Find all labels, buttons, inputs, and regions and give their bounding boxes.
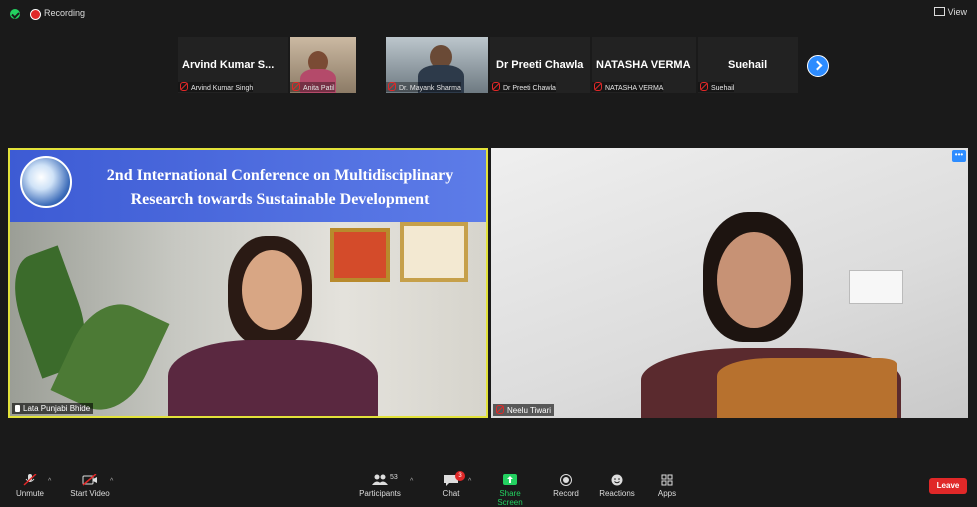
banner-line-2: Research towards Sustainable Development xyxy=(130,191,430,208)
chat-label: Chat xyxy=(442,489,460,498)
video-feed-right xyxy=(491,148,968,418)
participants-icon xyxy=(372,474,388,485)
chat-badge: 3 xyxy=(455,471,465,481)
participant-tile[interactable]: Anita Patil xyxy=(290,37,356,93)
award-frame xyxy=(330,228,390,282)
video-tile-right[interactable]: ••• Neelu Tiwari xyxy=(491,148,968,418)
start-video-label: Start Video xyxy=(70,489,110,498)
saree-drape xyxy=(717,358,897,418)
banner-title: 2nd International Conference on Multidis… xyxy=(80,164,480,212)
mic-muted-icon xyxy=(388,82,396,91)
speaker-face xyxy=(717,232,791,328)
participant-label: Suehail xyxy=(698,82,735,92)
mic-muted-icon xyxy=(180,82,188,91)
participant-name-tag: Neelu Tiwari xyxy=(493,404,555,416)
video-options-chevron-icon[interactable]: ^ xyxy=(110,478,113,485)
speaker-face xyxy=(242,250,302,330)
mic-muted-icon xyxy=(594,82,602,91)
view-label: View xyxy=(947,7,967,17)
participants-label: Participants xyxy=(359,489,401,498)
speaker-body xyxy=(168,340,378,416)
mic-muted-icon xyxy=(292,82,300,91)
participant-tile[interactable]: Dr Preeti Chawla Dr Preeti Chawla xyxy=(490,37,590,93)
reactions-button[interactable]: Reactions xyxy=(598,468,636,498)
participant-big-name: Suehail xyxy=(728,59,768,71)
unmute-label: Unmute xyxy=(15,489,44,498)
apps-label: Apps xyxy=(657,489,677,498)
share-screen-button[interactable]: Share Screen xyxy=(486,468,534,507)
banner-line-1: 2nd International Conference on Multidis… xyxy=(106,167,454,184)
conference-banner: 2nd International Conference on Multidis… xyxy=(10,150,486,222)
participant-label: Dr. Mayank Sharma xyxy=(386,82,461,92)
participant-name-tag: Lata Punjabi Bhide xyxy=(12,403,94,414)
participant-tile[interactable]: NATASHA VERMA NATASHA VERMA xyxy=(592,37,696,93)
participant-big-name: NATASHA VERMA xyxy=(596,59,691,71)
more-options-button[interactable]: ••• xyxy=(952,150,966,162)
globe-logo-icon xyxy=(20,156,72,208)
unmute-button[interactable]: Unmute xyxy=(14,468,46,498)
chat-chevron-icon[interactable]: ^ xyxy=(468,478,471,485)
leave-button[interactable]: Leave xyxy=(929,478,967,494)
recording-icon xyxy=(30,9,41,20)
apps-icon xyxy=(661,474,673,486)
top-bar: Recording View xyxy=(0,0,977,28)
next-page-button[interactable] xyxy=(807,55,829,77)
record-icon xyxy=(560,474,572,486)
participants-count: 53 xyxy=(390,474,398,481)
reactions-icon xyxy=(611,474,623,486)
participants-chevron-icon[interactable]: ^ xyxy=(410,478,413,485)
view-grid-icon xyxy=(933,7,945,16)
reactions-label: Reactions xyxy=(599,489,635,498)
record-button[interactable]: Record xyxy=(552,468,580,498)
chat-icon: 3 xyxy=(443,471,465,486)
video-tile-left[interactable]: 2nd International Conference on Multidis… xyxy=(8,148,488,418)
pin-icon xyxy=(15,405,20,412)
participants-button[interactable]: 53 Participants xyxy=(358,468,402,498)
mic-muted-icon xyxy=(496,405,504,414)
chat-button[interactable]: 3 Chat xyxy=(438,468,465,498)
record-label: Record xyxy=(553,489,579,498)
participant-label: Anita Patil xyxy=(290,82,335,92)
participant-big-name: Arvind Kumar S... xyxy=(182,59,275,71)
participant-label: Dr Preeti Chawla xyxy=(490,82,556,92)
meeting-toolbar: Unmute ^ Start Video ^ 53 Participants ^… xyxy=(0,468,977,507)
apps-button[interactable]: Apps xyxy=(656,468,678,498)
mic-muted-icon xyxy=(23,474,37,486)
recording-label: Recording xyxy=(44,8,86,18)
share-screen-label: Share Screen xyxy=(497,489,523,507)
mic-muted-icon xyxy=(700,82,708,91)
mic-muted-icon xyxy=(492,82,500,91)
participant-tile[interactable]: Suehail Suehail xyxy=(698,37,798,93)
participant-strip: Arvind Kumar S... Arvind Kumar Singh Ani… xyxy=(178,37,828,93)
participant-label: NATASHA VERMA xyxy=(592,82,664,92)
participant-big-name: Dr Preeti Chawla xyxy=(496,59,584,71)
participant-label: Arvind Kumar Singh xyxy=(178,82,254,92)
view-button[interactable]: View xyxy=(933,7,967,17)
participant-tile[interactable]: Arvind Kumar S... Arvind Kumar Singh xyxy=(178,37,288,93)
award-frame xyxy=(400,222,468,282)
wall-switch xyxy=(849,270,903,304)
audio-options-chevron-icon[interactable]: ^ xyxy=(48,478,51,485)
participant-tile[interactable]: Dr. Mayank Sharma xyxy=(386,37,488,93)
video-feed-left xyxy=(10,222,486,416)
start-video-button[interactable]: Start Video xyxy=(66,468,114,498)
security-shield-icon[interactable] xyxy=(10,9,20,19)
share-screen-icon xyxy=(503,474,517,485)
video-off-icon xyxy=(82,474,97,486)
